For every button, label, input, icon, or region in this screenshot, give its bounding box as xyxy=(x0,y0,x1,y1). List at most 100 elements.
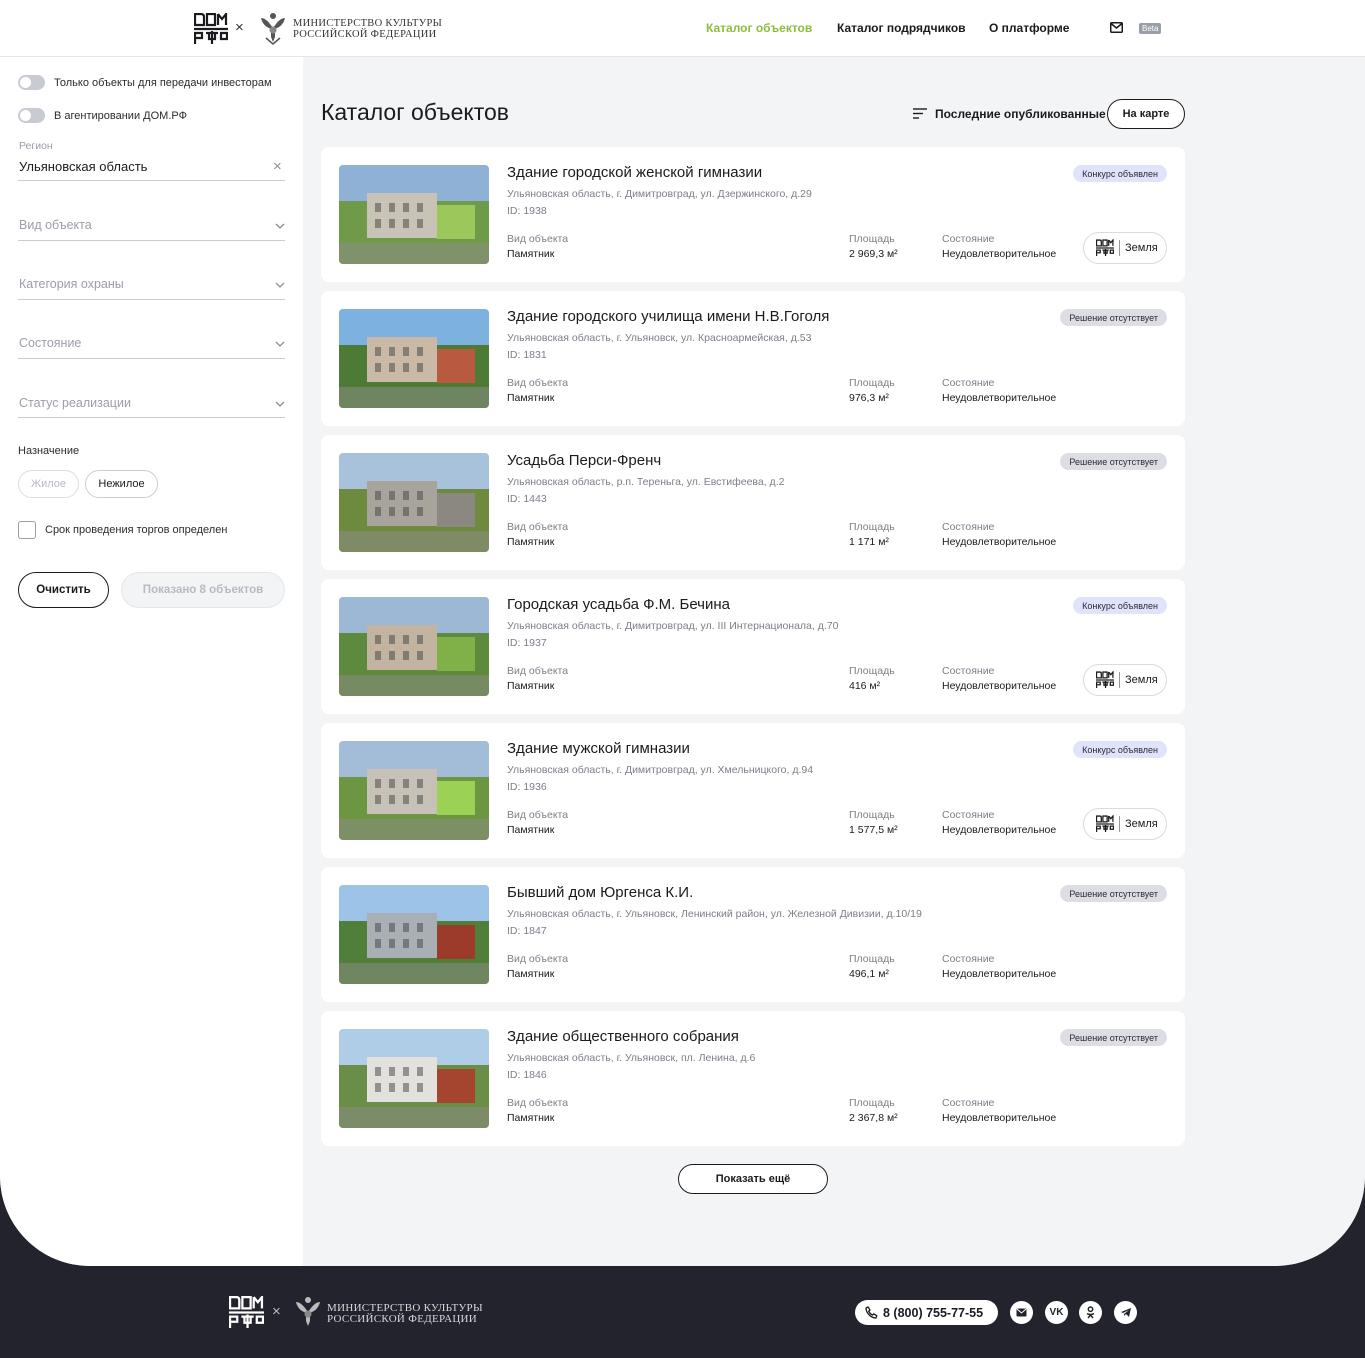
logo-separator: × xyxy=(235,19,244,36)
object-address: Ульяновская область, г. Ульяновск, пл. Л… xyxy=(507,1052,756,1064)
chevron-down-icon[interactable] xyxy=(275,341,285,347)
object-card[interactable]: Здание городского училища имени Н.В.Гого… xyxy=(321,291,1185,426)
toggle-agent-label: В агентировании ДОМ.РФ xyxy=(54,110,187,122)
object-photo[interactable] xyxy=(339,1029,489,1128)
land-separator xyxy=(1119,816,1120,832)
object-card[interactable]: Здание общественного собрания Ульяновска… xyxy=(321,1011,1185,1146)
purpose-nonresidential-chip[interactable]: Нежилое xyxy=(85,470,158,498)
status-badge: Решение отсутствует xyxy=(1060,1029,1167,1046)
land-button[interactable]: Земля xyxy=(1083,664,1167,696)
header: × Министерство культуры Российской Федер… xyxy=(0,0,1365,57)
sale-status-select[interactable]: Статус реализации xyxy=(19,396,131,410)
chevron-down-icon[interactable] xyxy=(275,282,285,288)
mail-icon[interactable] xyxy=(1010,1301,1033,1324)
object-card[interactable]: Усадьба Перси-Френч Ульяновская область,… xyxy=(321,435,1185,570)
object-area-label: Площадь xyxy=(849,233,895,245)
object-title[interactable]: Городская усадьба Ф.М. Бечина xyxy=(507,596,730,613)
clear-region-icon[interactable]: × xyxy=(273,159,282,174)
object-area-value: 496,1 м² xyxy=(849,968,889,980)
region-input[interactable]: Ульяновская область xyxy=(19,159,147,174)
nav-catalog-objects[interactable]: Каталог объектов xyxy=(706,21,812,35)
object-type-value: Памятник xyxy=(507,824,555,836)
object-address: Ульяновская область, г. Димитровград, ул… xyxy=(507,620,839,632)
beta-badge: Beta xyxy=(1139,23,1162,34)
phone-button[interactable]: 8 (800) 755-77-55 xyxy=(855,1300,998,1325)
toggle-investors[interactable] xyxy=(18,75,45,90)
sort-icon[interactable] xyxy=(913,108,927,119)
object-title[interactable]: Здание общественного собрания xyxy=(507,1028,739,1045)
ok-icon[interactable] xyxy=(1079,1301,1102,1324)
object-card[interactable]: Здание мужской гимназии Ульяновская обла… xyxy=(321,723,1185,858)
show-more-button[interactable]: Показать ещё xyxy=(678,1164,828,1194)
object-area-value: 1 577,5 м² xyxy=(849,824,898,836)
object-area-value: 416 м² xyxy=(849,680,881,692)
nav-about-platform[interactable]: О платформе xyxy=(989,21,1069,35)
status-badge: Конкурс объявлен xyxy=(1073,165,1167,182)
sale-status-underline xyxy=(18,417,285,418)
object-photo[interactable] xyxy=(339,453,489,552)
ministry-emblem-icon xyxy=(261,13,285,45)
protection-category-underline xyxy=(18,299,285,300)
shown-count-button[interactable]: Показано 8 объектов xyxy=(121,572,285,608)
status-badge: Конкурс объявлен xyxy=(1073,741,1167,758)
object-condition-value: Неудовлетворительное xyxy=(942,392,1057,404)
toggle-agent[interactable] xyxy=(18,108,45,123)
object-card[interactable]: Бывший дом Юргенса К.И. Ульяновская обла… xyxy=(321,867,1185,1002)
condition-select[interactable]: Состояние xyxy=(19,336,81,350)
object-condition-label: Состояние xyxy=(942,1097,995,1109)
object-card[interactable]: Городская усадьба Ф.М. Бечина Ульяновска… xyxy=(321,579,1185,714)
object-type-label: Вид объекта xyxy=(507,809,569,821)
object-title[interactable]: Бывший дом Юргенса К.И. xyxy=(507,884,693,901)
ministry-emblem-icon xyxy=(296,1297,320,1326)
object-address: Ульяновская область, г. Ульяновск, Ленин… xyxy=(507,908,922,920)
dom-rf-logo[interactable] xyxy=(229,1296,264,1329)
object-title[interactable]: Здание городской женской гимназии xyxy=(507,164,762,181)
object-area-value: 976,3 м² xyxy=(849,392,889,404)
dom-rf-logo-icon xyxy=(1096,815,1114,832)
object-area-label: Площадь xyxy=(849,521,895,533)
land-separator xyxy=(1119,672,1120,688)
object-card[interactable]: Здание городской женской гимназии Ульяно… xyxy=(321,147,1185,282)
object-title[interactable]: Усадьба Перси-Френч xyxy=(507,452,661,469)
sort-select[interactable]: Последние опубликованные xyxy=(935,107,1106,121)
object-type-label: Вид объекта xyxy=(507,377,569,389)
footer-logo-separator: × xyxy=(272,1303,281,1320)
protection-category-select[interactable]: Категория охраны xyxy=(19,277,124,291)
object-id: ID: 1443 xyxy=(507,493,547,505)
telegram-icon[interactable] xyxy=(1114,1301,1137,1324)
nav-catalog-contractors[interactable]: Каталог подрядчиков xyxy=(837,21,966,35)
object-title[interactable]: Здание городского училища имени Н.В.Гого… xyxy=(507,308,829,325)
object-photo[interactable] xyxy=(339,885,489,984)
object-photo[interactable] xyxy=(339,309,489,408)
object-photo[interactable] xyxy=(339,597,489,696)
land-button[interactable]: Земля xyxy=(1083,232,1167,264)
mail-icon[interactable] xyxy=(1110,22,1123,33)
map-button[interactable]: На карте xyxy=(1107,99,1185,129)
object-photo[interactable] xyxy=(339,741,489,840)
vk-icon[interactable]: VK xyxy=(1045,1301,1068,1324)
object-address: Ульяновская область, г. Ульяновск, ул. К… xyxy=(507,332,812,344)
chevron-down-icon[interactable] xyxy=(275,401,285,407)
object-condition-value: Неудовлетворительное xyxy=(942,248,1057,260)
status-badge: Конкурс объявлен xyxy=(1073,597,1167,614)
object-area-label: Площадь xyxy=(849,377,895,389)
object-id: ID: 1846 xyxy=(507,1069,547,1081)
page-title: Каталог объектов xyxy=(321,99,509,125)
object-condition-value: Неудовлетворительное xyxy=(942,824,1057,836)
dom-rf-logo[interactable] xyxy=(194,13,228,45)
object-type-value: Памятник xyxy=(507,536,555,548)
purpose-residential-chip[interactable]: Жилое xyxy=(18,470,79,498)
object-condition-label: Состояние xyxy=(942,809,995,821)
object-area-value: 2 367,8 м² xyxy=(849,1112,898,1124)
object-type-select[interactable]: Вид объекта xyxy=(19,218,92,232)
auction-checkbox[interactable] xyxy=(18,521,36,539)
object-area-label: Площадь xyxy=(849,665,895,677)
region-underline xyxy=(18,180,285,181)
object-type-value: Памятник xyxy=(507,392,555,404)
object-photo[interactable] xyxy=(339,165,489,264)
object-title[interactable]: Здание мужской гимназии xyxy=(507,740,690,757)
land-button[interactable]: Земля xyxy=(1083,808,1167,840)
clear-button[interactable]: Очистить xyxy=(18,572,109,608)
chevron-down-icon[interactable] xyxy=(275,223,285,229)
object-condition-value: Неудовлетворительное xyxy=(942,680,1057,692)
